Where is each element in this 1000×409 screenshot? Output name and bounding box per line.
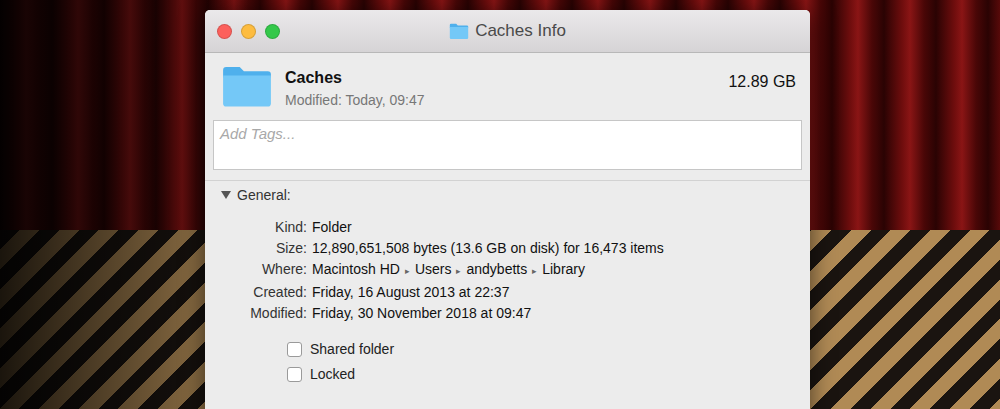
item-size: 12.89 GB [728, 65, 796, 91]
info-label: Where: [205, 259, 307, 281]
close-button[interactable] [217, 24, 232, 39]
checkbox[interactable] [287, 367, 302, 382]
path-separator: ▸ [456, 266, 461, 276]
info-label: Kind: [205, 217, 307, 237]
info-value: Macintosh HD▸Users▸andybetts▸Library [312, 259, 810, 281]
zoom-button[interactable] [265, 24, 280, 39]
divider [205, 180, 810, 181]
item-modified: Modified: Today, 09:47 [285, 92, 425, 108]
window-title: Caches Info [449, 21, 566, 41]
info-value: Friday, 30 November 2018 at 09:47 [312, 303, 810, 323]
info-header: Caches Modified: Today, 09:47 12.89 GB [205, 53, 810, 108]
window-controls [217, 24, 449, 39]
folder-icon [221, 65, 273, 108]
option-checkbox[interactable]: Locked [287, 366, 810, 382]
disclosure-triangle-icon[interactable] [221, 191, 231, 199]
path-separator: ▸ [532, 266, 537, 276]
section-header[interactable]: General: [205, 181, 810, 209]
option-checkbox[interactable]: Shared folder [287, 341, 810, 357]
info-value: Friday, 16 August 2013 at 22:37 [312, 282, 810, 302]
general-info: Kind:FolderSize:12,890,651,508 bytes (13… [205, 217, 810, 323]
info-window: Caches Info Caches Modified: Today, 09:47 1… [205, 10, 810, 409]
folder-icon [449, 23, 469, 39]
info-value: 12,890,651,508 bytes (13.6 GB on disk) f… [312, 238, 810, 258]
desktop: Caches Info Caches Modified: Today, 09:47 1… [0, 0, 1000, 409]
info-label: Modified: [205, 303, 307, 323]
checkbox[interactable] [287, 342, 302, 357]
tags-field[interactable]: Add Tags... [213, 120, 802, 170]
item-name: Caches [285, 69, 425, 87]
path-separator: ▸ [405, 266, 410, 276]
info-label: Created: [205, 282, 307, 302]
info-value: Folder [312, 217, 810, 237]
options: Shared folder Locked [205, 323, 810, 382]
info-label: Size: [205, 238, 307, 258]
title-bar[interactable]: Caches Info [205, 10, 810, 53]
minimize-button[interactable] [241, 24, 256, 39]
